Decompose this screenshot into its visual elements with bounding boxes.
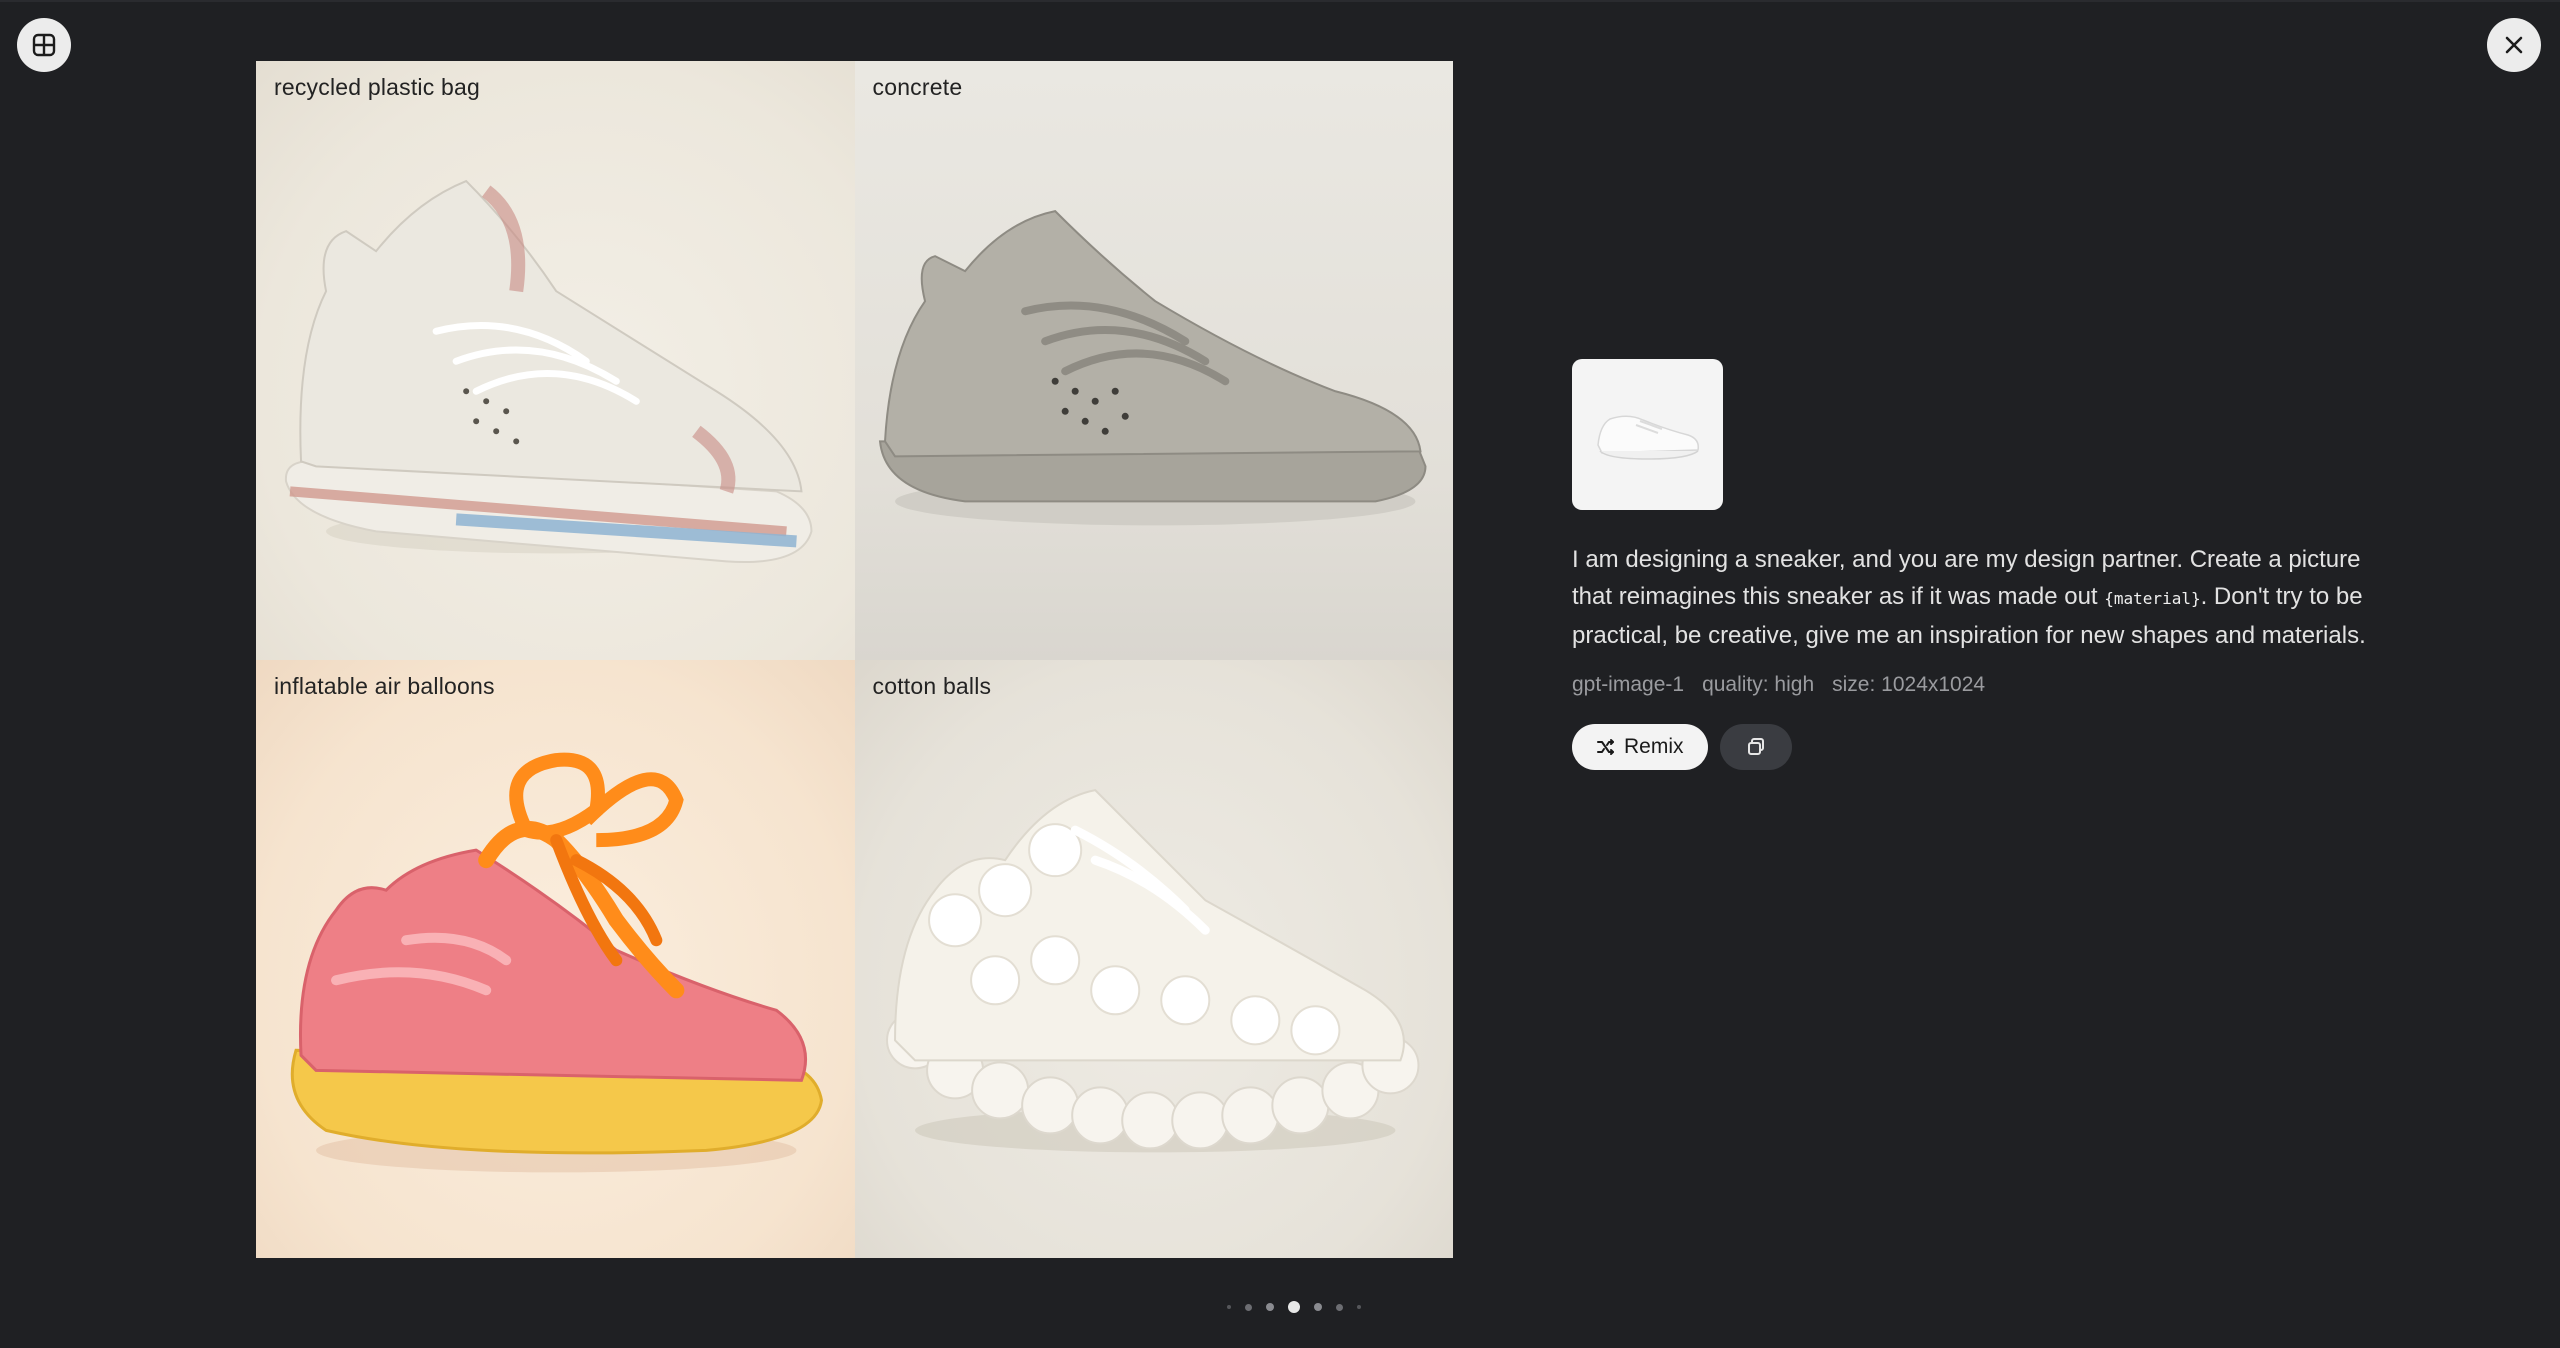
quality-setting: quality: high [1702, 673, 1815, 696]
prompt-text: I am designing a sneaker, and you are my… [1572, 541, 2392, 654]
prompt-variable: {material} [2104, 589, 2201, 608]
reference-image-thumbnail[interactable] [1572, 359, 1723, 510]
page-dot[interactable] [1245, 1303, 1252, 1311]
page-dot[interactable] [1357, 1305, 1361, 1309]
page-dot[interactable] [1336, 1303, 1343, 1311]
close-icon [2505, 36, 2523, 54]
model-name: gpt-image-1 [1572, 673, 1685, 696]
size-setting: size: 1024x1024 [1832, 673, 1986, 696]
tile-label: concrete [872, 74, 963, 100]
tile-label: inflatable air balloons [274, 672, 495, 699]
top-border [0, 0, 2560, 2]
reference-sneaker-image [1596, 415, 1699, 460]
grid-view-button[interactable] [17, 18, 71, 72]
sneaker-cotton-image [885, 788, 1419, 1152]
page-dot-active[interactable] [1288, 1301, 1300, 1313]
action-buttons: Remix [1572, 724, 2392, 770]
page-dot[interactable] [1266, 1303, 1274, 1311]
sneaker-concrete-image [878, 210, 1426, 526]
tile-cotton-balls[interactable]: cotton balls [854, 659, 1453, 1258]
copy-icon [1747, 738, 1764, 755]
tile-concrete[interactable]: concrete [854, 61, 1453, 660]
image-mosaic[interactable]: recycled plastic bag concrete inflatable… [256, 61, 1453, 1258]
remix-label: Remix [1624, 735, 1684, 758]
tile-inflatable-air-balloons[interactable]: inflatable air balloons [256, 659, 855, 1258]
tile-recycled-plastic-bag[interactable]: recycled plastic bag [256, 61, 855, 660]
page-dot[interactable] [1227, 1305, 1231, 1309]
sneaker-plastic-bag-image [285, 179, 813, 563]
tile-label: recycled plastic bag [274, 74, 480, 100]
sneaker-balloon-image [290, 752, 823, 1172]
generation-metadata: gpt-image-1 quality: high size: 1024x102… [1572, 673, 2392, 697]
shuffle-icon [1597, 739, 1614, 755]
details-panel: I am designing a sneaker, and you are my… [1572, 359, 2392, 770]
close-button[interactable] [2487, 18, 2541, 72]
remix-button[interactable]: Remix [1572, 724, 1708, 770]
copy-button[interactable] [1719, 724, 1792, 770]
grid-icon [32, 33, 56, 57]
tile-label: cotton balls [872, 672, 992, 699]
pagination-dots [1220, 1301, 1368, 1313]
page-dot[interactable] [1314, 1303, 1322, 1311]
